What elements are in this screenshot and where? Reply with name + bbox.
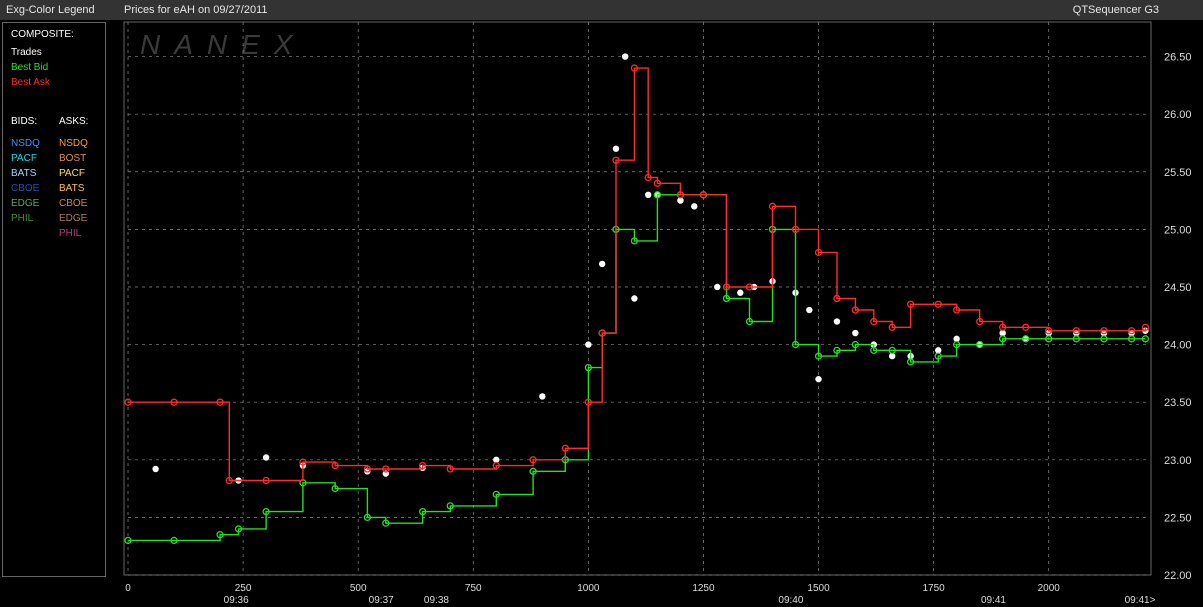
y-tick-label: 26.50 bbox=[1164, 52, 1192, 64]
trade-point bbox=[815, 375, 822, 383]
y-tick-label: 24.50 bbox=[1164, 282, 1192, 294]
trade-point bbox=[806, 306, 813, 314]
x-tick-label: 500 bbox=[350, 583, 367, 594]
trade-point bbox=[852, 329, 859, 337]
trade-point bbox=[714, 283, 721, 291]
trade-point bbox=[539, 393, 546, 400]
price-chart: NANEX 22.00 22.50 23.00 23.50 24.00 24.50 25.0… bbox=[123, 21, 1192, 606]
y-tick-label: 24.00 bbox=[1164, 340, 1192, 352]
y-tick-label: 26.00 bbox=[1164, 109, 1192, 121]
x-tick-label: 1500 bbox=[807, 583, 830, 594]
trade-point bbox=[691, 203, 698, 210]
trade-point bbox=[262, 454, 270, 461]
x-tick-label: 1750 bbox=[923, 583, 946, 594]
trade-point bbox=[833, 318, 841, 325]
trade-point bbox=[152, 465, 159, 473]
x-time-label: 09:40 bbox=[778, 595, 803, 606]
trade-point bbox=[737, 289, 744, 296]
x-time-label: 09:38 bbox=[424, 595, 449, 606]
trade-point bbox=[621, 53, 629, 60]
trade-point bbox=[631, 295, 638, 302]
x-tick-label: 750 bbox=[465, 583, 482, 594]
x-tick-label: 2000 bbox=[1038, 583, 1061, 594]
x-tick-label: 1000 bbox=[577, 583, 600, 594]
x-tick-label: 1250 bbox=[692, 583, 715, 594]
y-tick-label: 25.00 bbox=[1164, 224, 1192, 236]
x-time-label: 09:36 bbox=[224, 595, 249, 606]
trade-point bbox=[645, 191, 652, 199]
x-tick-label: 250 bbox=[235, 583, 252, 594]
watermark: NANEX bbox=[140, 29, 306, 60]
y-tick-label: 22.50 bbox=[1164, 512, 1192, 524]
x-time-label: 09:41 bbox=[981, 595, 1006, 606]
trade-point bbox=[585, 341, 592, 348]
y-tick-label: 22.00 bbox=[1164, 570, 1192, 582]
trade-point bbox=[598, 260, 606, 268]
x-tick-label: 0 bbox=[125, 583, 131, 594]
x-time-label: 09:41> bbox=[1125, 595, 1156, 606]
trade-point bbox=[612, 145, 620, 152]
y-tick-label: 23.50 bbox=[1164, 397, 1192, 409]
y-tick-label: 25.50 bbox=[1164, 167, 1192, 179]
y-tick-label: 23.00 bbox=[1164, 455, 1192, 467]
x-time-label: 09:37 bbox=[369, 595, 394, 606]
